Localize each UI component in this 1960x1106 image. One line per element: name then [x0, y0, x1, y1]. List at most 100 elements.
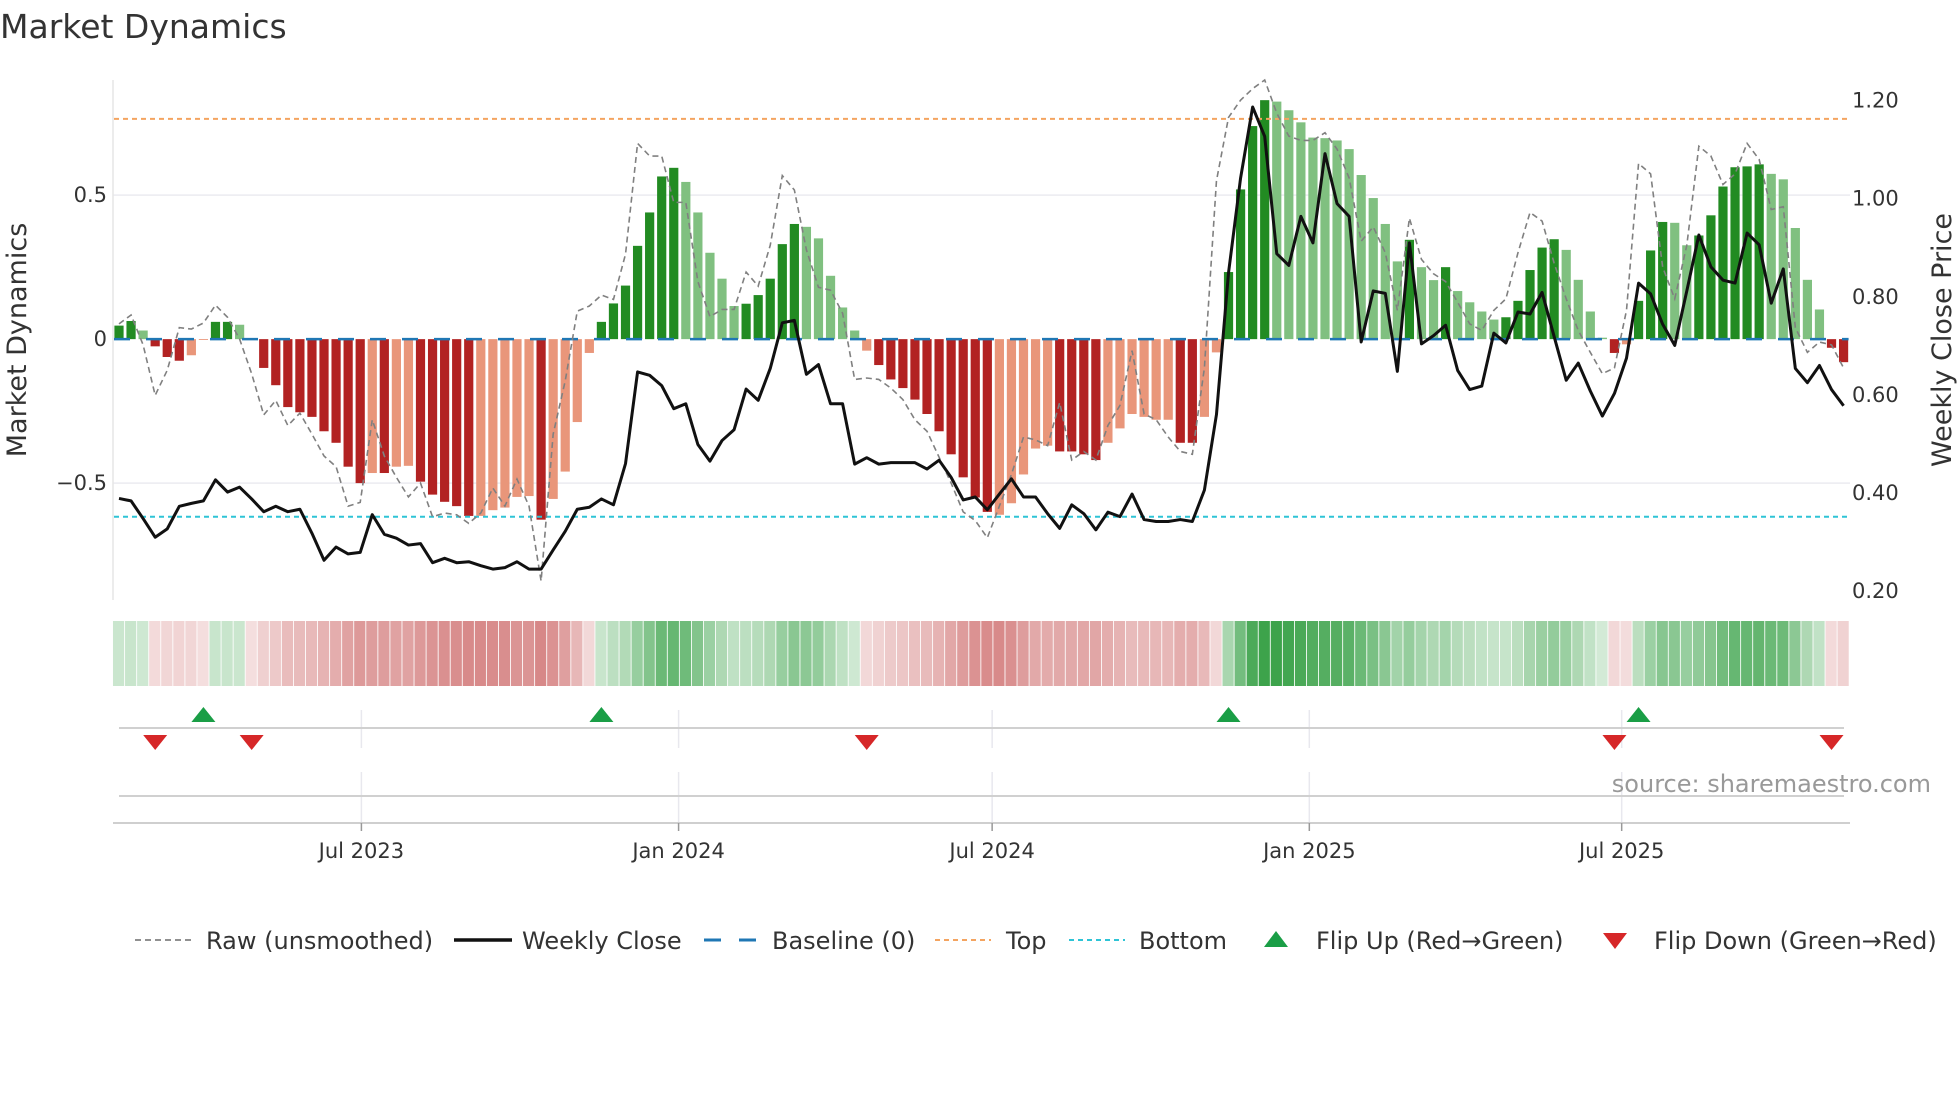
strip-cell	[342, 621, 354, 686]
flip-up-icon	[1626, 707, 1651, 722]
strip-cell	[269, 621, 281, 686]
legend-label: Bottom	[1139, 927, 1227, 955]
strip-cell	[438, 621, 450, 686]
strip-cell	[1174, 621, 1186, 686]
strip-cell	[1801, 621, 1813, 686]
strip-cell	[1258, 621, 1270, 686]
strip-cell	[1656, 621, 1668, 686]
momentum-bar	[850, 330, 860, 340]
strip-cell	[908, 621, 921, 686]
x-tick-label: Jan 2025	[1261, 839, 1356, 863]
strip-cell	[1029, 621, 1041, 686]
strip-cell	[1572, 621, 1584, 686]
strip-cell	[993, 621, 1005, 686]
momentum-bar	[1778, 179, 1788, 340]
strip-cell	[945, 621, 957, 686]
momentum-bar	[1199, 339, 1209, 417]
flip-up-icon	[1216, 707, 1241, 722]
legend-label: Weekly Close	[522, 927, 682, 955]
momentum-bar	[114, 325, 124, 340]
momentum-bar	[500, 339, 510, 508]
momentum-bar	[813, 238, 824, 340]
momentum-bar	[343, 339, 353, 467]
strip-cell	[1246, 621, 1258, 686]
strip-cell	[1041, 621, 1053, 686]
momentum-bars	[114, 100, 1849, 520]
momentum-bar	[403, 339, 414, 466]
strip-cell	[1789, 621, 1801, 686]
strip-cell	[185, 621, 197, 686]
right-tick-label: 0.40	[1852, 481, 1899, 505]
momentum-bar	[536, 339, 546, 520]
strip-cell	[1704, 621, 1717, 686]
strip-cell	[920, 621, 933, 686]
strip-cell	[728, 621, 740, 686]
strip-cell	[474, 621, 486, 686]
momentum-bar	[307, 339, 317, 417]
strip-cell	[969, 621, 981, 686]
momentum-bar	[632, 245, 643, 340]
strip-cell	[1403, 621, 1415, 686]
momentum-bar	[1718, 186, 1728, 340]
strip-cell	[836, 621, 848, 686]
strip-cell	[112, 621, 125, 686]
strip-cell	[643, 621, 655, 686]
strip-cell	[378, 621, 390, 686]
strip-cell	[173, 621, 185, 686]
strip-cell	[1162, 621, 1174, 686]
momentum-bar	[295, 339, 305, 413]
strip-cell	[1825, 621, 1837, 686]
momentum-bar	[693, 212, 703, 340]
source-note: source: sharemaestro.com	[1612, 770, 1931, 798]
momentum-heat-strip	[112, 621, 1849, 686]
flip-down-icon	[854, 735, 879, 750]
right-axis-title: Weekly Close Price	[1927, 213, 1958, 467]
momentum-bar	[1067, 339, 1077, 452]
strip-cell	[1222, 621, 1234, 686]
strip-cell	[1282, 621, 1294, 686]
legend-flip-up-icon	[1264, 931, 1288, 947]
left-tick-label: −0.5	[56, 471, 107, 495]
momentum-bar	[1163, 339, 1173, 420]
momentum-bar	[138, 330, 148, 340]
strip-cell	[1210, 621, 1222, 686]
momentum-bar	[825, 275, 836, 340]
strip-cell	[583, 621, 595, 686]
strip-cell	[872, 621, 884, 686]
strip-cell	[1741, 621, 1753, 686]
strip-cell	[137, 621, 149, 686]
momentum-bar	[886, 339, 896, 380]
right-tick-label: 0.60	[1852, 383, 1899, 407]
strip-cell	[1837, 621, 1849, 686]
momentum-bar	[524, 339, 534, 497]
strip-cell	[1668, 621, 1680, 686]
strip-cell	[402, 621, 414, 686]
momentum-bar	[970, 339, 980, 498]
flip-markers-panel: Jul 2023 Jan 2024 Jul 2024 Jan 2025 Jul 2025	[113, 707, 1850, 863]
strip-cell	[703, 621, 716, 686]
strip-cell	[1536, 621, 1548, 686]
momentum-bar	[1730, 167, 1740, 340]
strip-cell	[366, 621, 378, 686]
momentum-bar	[1091, 339, 1101, 461]
momentum-bar	[1127, 339, 1137, 414]
momentum-bar	[1248, 126, 1258, 340]
strip-cell	[1632, 621, 1644, 686]
strip-cell	[426, 621, 438, 686]
momentum-bar	[1284, 110, 1294, 340]
strip-cell	[1005, 621, 1017, 686]
strip-cell	[317, 621, 330, 686]
strip-cell	[510, 621, 523, 686]
right-tick-label: 1.20	[1852, 89, 1899, 113]
left-tick-label: 0.5	[74, 183, 107, 207]
momentum-bar	[1187, 339, 1197, 443]
strip-cell	[776, 621, 788, 686]
momentum-bar	[319, 339, 329, 432]
x-tick-label: Jan 2024	[630, 839, 725, 863]
strip-cell	[462, 621, 474, 686]
momentum-bar	[645, 212, 655, 340]
strip-cell	[764, 621, 776, 686]
strip-cell	[1198, 621, 1210, 686]
momentum-bar	[210, 321, 221, 340]
strip-cell	[1427, 621, 1439, 686]
